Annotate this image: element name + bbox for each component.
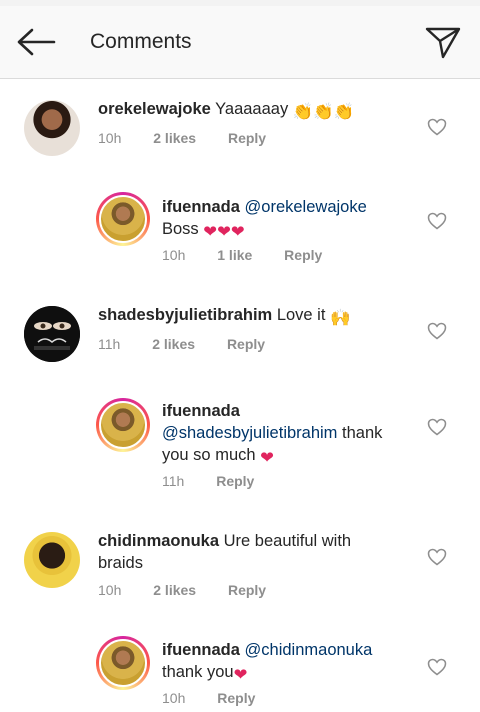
reply-button[interactable]: Reply [217, 690, 255, 706]
comment-time: 11h [162, 473, 185, 489]
red-heart-emoji: ❤ [260, 449, 274, 467]
comment-username[interactable]: ifuennada [162, 402, 240, 420]
reply-button[interactable]: Reply [227, 336, 265, 352]
raised-hands-emoji: 🙌 [330, 309, 351, 327]
comment-likes[interactable]: 2 likes [153, 582, 196, 598]
comment-text: Love it [276, 306, 326, 324]
comment-text: Boss [162, 220, 199, 238]
lashes-avatar-image [24, 306, 80, 362]
back-arrow-icon[interactable] [14, 26, 58, 58]
comment-time: 10h [162, 690, 186, 706]
comment-likes[interactable]: 2 likes [153, 130, 196, 146]
heart-outline-icon[interactable] [427, 212, 447, 230]
heart-outline-icon[interactable] [427, 658, 447, 676]
mention-link[interactable]: @orekelewajoke [245, 198, 367, 216]
avatar[interactable] [96, 192, 150, 246]
comment-time: 10h [98, 582, 122, 598]
comment-username[interactable]: ifuennada [162, 641, 240, 659]
page-title: Comments [90, 30, 192, 53]
reply-button[interactable]: Reply [228, 130, 266, 146]
comment-username[interactable]: orekelewajoke [98, 100, 211, 118]
comment-username[interactable]: ifuennada [162, 198, 240, 216]
avatar[interactable] [96, 636, 150, 690]
red-heart-emoji: ❤❤❤ [203, 223, 245, 241]
clap-emoji: 👏👏👏 [292, 103, 355, 121]
comment-username[interactable]: chidinmaonuka [98, 532, 219, 550]
reply-button[interactable]: Reply [228, 582, 266, 598]
heart-outline-icon[interactable] [427, 418, 447, 436]
comment-time: 10h [162, 247, 186, 263]
avatar[interactable] [24, 306, 80, 362]
comment-username[interactable]: shadesbyjulietibrahim [98, 306, 272, 324]
comment-text: Yaaaaaay [215, 100, 289, 118]
comment-likes[interactable]: 1 like [217, 247, 252, 263]
red-heart-emoji: ❤ [233, 666, 248, 684]
heart-outline-icon[interactable] [427, 118, 447, 136]
comment-likes[interactable]: 2 likes [152, 336, 195, 352]
comment-time: 10h [98, 130, 122, 146]
direct-message-icon[interactable] [424, 24, 462, 60]
avatar[interactable] [24, 100, 80, 156]
mention-link[interactable]: @shadesbyjulietibrahim [162, 424, 337, 442]
avatar[interactable] [96, 398, 150, 452]
avatar[interactable] [24, 532, 80, 588]
mention-link[interactable]: @chidinmaonuka [245, 641, 373, 659]
header: Comments [0, 6, 480, 79]
comment-time: 11h [98, 336, 121, 352]
comment-text: thank you [162, 663, 234, 681]
heart-outline-icon[interactable] [427, 322, 447, 340]
heart-outline-icon[interactable] [427, 548, 447, 566]
reply-button[interactable]: Reply [284, 247, 322, 263]
reply-button[interactable]: Reply [216, 473, 254, 489]
